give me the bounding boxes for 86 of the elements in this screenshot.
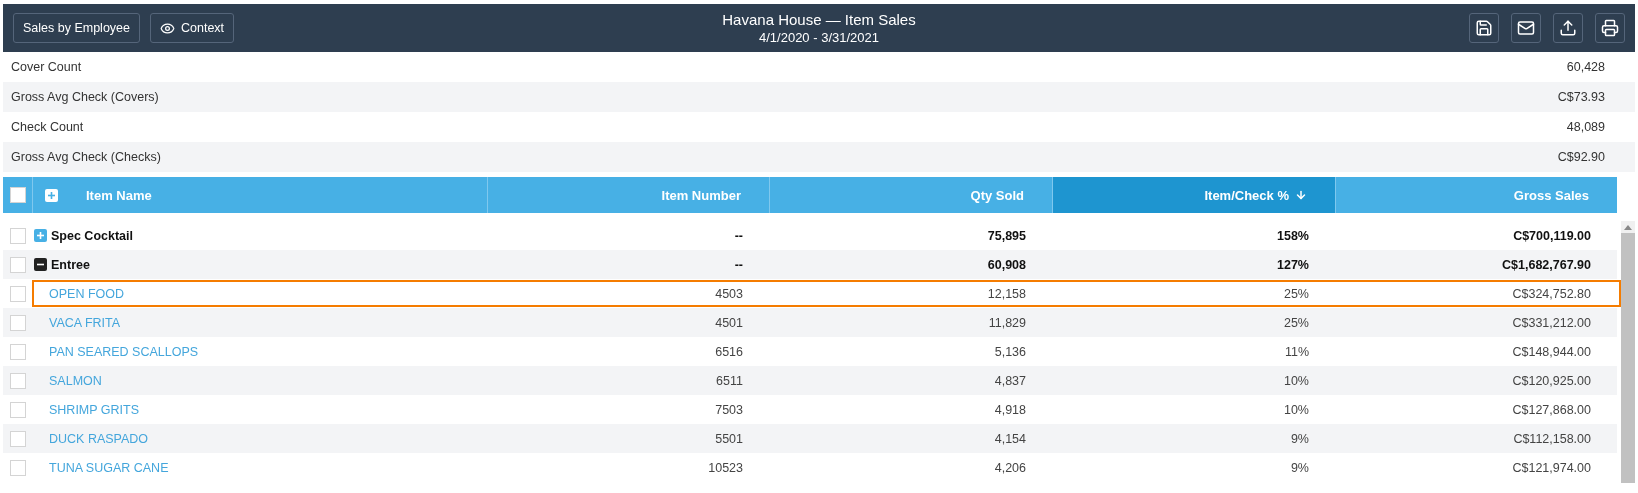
table-cell-text: 5501: [714, 430, 744, 448]
item-link[interactable]: VACA FRITA: [34, 311, 489, 334]
table-cell-text: C$700,119.00: [1512, 227, 1592, 245]
mail-icon: [1517, 19, 1535, 37]
row-checkbox[interactable]: [9, 227, 26, 244]
table-cell-text: 60,908: [986, 256, 1027, 274]
table-cell-text: --: [733, 227, 744, 245]
table-cell-text: C$127,868.00: [1511, 401, 1592, 419]
row-checkbox[interactable]: [9, 372, 26, 389]
expand-icon[interactable]: [34, 229, 47, 242]
table-cell-text: 9%: [1289, 459, 1310, 477]
table-cell-text: 158%: [1276, 227, 1310, 245]
scrollbar[interactable]: [1621, 221, 1635, 483]
table-cell-text: 127%: [1276, 256, 1310, 274]
eye-icon: [160, 20, 175, 36]
table-cell-text: 75,895: [986, 227, 1027, 245]
scroll-up-icon[interactable]: [1624, 225, 1632, 230]
summary-label: Gross Avg Check (Covers): [11, 90, 159, 104]
upload-icon: [1559, 19, 1577, 37]
summary-value: C$92.90: [1557, 150, 1605, 164]
summary-value: C$73.93: [1557, 90, 1605, 104]
table-cell-text: 10%: [1282, 372, 1310, 390]
collapse-icon[interactable]: [34, 258, 47, 271]
column-header[interactable]: Item/Check %: [1052, 177, 1335, 213]
print-button[interactable]: [1595, 13, 1625, 43]
row-checkbox[interactable]: [9, 459, 26, 476]
save-icon: [1475, 19, 1493, 37]
column-header[interactable]: Gross Sales: [1335, 177, 1617, 213]
table-cell-text: C$331,212.00: [1511, 314, 1592, 332]
table-cell-text: 9%: [1289, 430, 1310, 448]
table-cell-text: --: [733, 256, 744, 274]
table-cell-text: 11%: [1283, 343, 1310, 361]
item-link[interactable]: TUNA SUGAR CANE: [34, 456, 489, 479]
summary-value: 60,428: [1566, 60, 1605, 74]
summary-label: Gross Avg Check (Checks): [11, 150, 161, 164]
row-checkbox[interactable]: [9, 430, 26, 447]
table-cell-text: 11,829: [987, 314, 1027, 332]
column-header[interactable]: Item Name: [32, 177, 487, 213]
print-icon: [1601, 19, 1619, 37]
table-cell-text: 25%: [1282, 314, 1310, 332]
upload-button[interactable]: [1553, 13, 1583, 43]
table-cell-text: 12,158: [986, 285, 1027, 303]
expand-icon[interactable]: [45, 188, 58, 202]
item-link[interactable]: OPEN FOOD: [34, 282, 489, 305]
mail-button[interactable]: [1511, 13, 1541, 43]
row-checkbox[interactable]: [9, 343, 26, 360]
report-button[interactable]: Sales by Employee: [13, 13, 140, 43]
table-cell-text: C$1,682,767.90: [1501, 256, 1592, 274]
table-cell-text: C$120,925.00: [1511, 372, 1592, 390]
summary-value: 48,089: [1566, 120, 1605, 134]
table-cell-text: 4,837: [993, 372, 1027, 390]
save-button[interactable]: [1469, 13, 1499, 43]
table-cell-text: 7503: [714, 401, 744, 419]
item-link[interactable]: SHRIMP GRITS: [34, 398, 489, 421]
group-name: Spec Cocktail: [51, 228, 133, 243]
table-cell-text: 4,206: [993, 459, 1027, 477]
table-cell-text: 4,918: [993, 401, 1027, 419]
table-cell-text: 10523: [707, 459, 744, 477]
item-link[interactable]: DUCK RASPADO: [34, 427, 489, 450]
date-range: 4/1/2020 - 3/31/2021: [759, 30, 879, 45]
item-link[interactable]: PAN SEARED SCALLOPS: [34, 340, 489, 363]
table-cell-text: 10%: [1282, 401, 1310, 419]
table-cell-text: 25%: [1282, 285, 1310, 303]
select-all-checkbox[interactable]: [9, 187, 26, 203]
context-button[interactable]: Context: [150, 13, 235, 43]
table-cell-text: 6516: [714, 343, 744, 361]
item-link[interactable]: SALMON: [34, 369, 489, 392]
table-cell-text: 4501: [714, 314, 744, 332]
group-name: Entree: [51, 257, 90, 272]
table-cell-text: C$148,944.00: [1511, 343, 1592, 361]
table-cell-text: 4,154: [993, 430, 1027, 448]
row-checkbox[interactable]: [9, 401, 26, 418]
row-checkbox[interactable]: [9, 314, 26, 331]
row-checkbox[interactable]: [9, 285, 26, 302]
summary-label: Check Count: [11, 120, 84, 134]
table-cell-text: C$324,752.80: [1511, 285, 1592, 303]
table-cell-text: C$121,974.00: [1511, 459, 1592, 477]
table-cell-text: 6511: [715, 372, 744, 390]
report-title: Havana House — Item Sales: [722, 11, 916, 28]
table-cell-text: 5,136: [993, 343, 1027, 361]
table-cell-text: 4503: [714, 285, 744, 303]
summary-label: Cover Count: [11, 60, 82, 74]
sort-down-icon: [1295, 189, 1307, 201]
table-cell-text: C$112,158.00: [1512, 430, 1592, 448]
column-header[interactable]: Item Number: [487, 177, 769, 213]
row-checkbox[interactable]: [9, 256, 26, 273]
